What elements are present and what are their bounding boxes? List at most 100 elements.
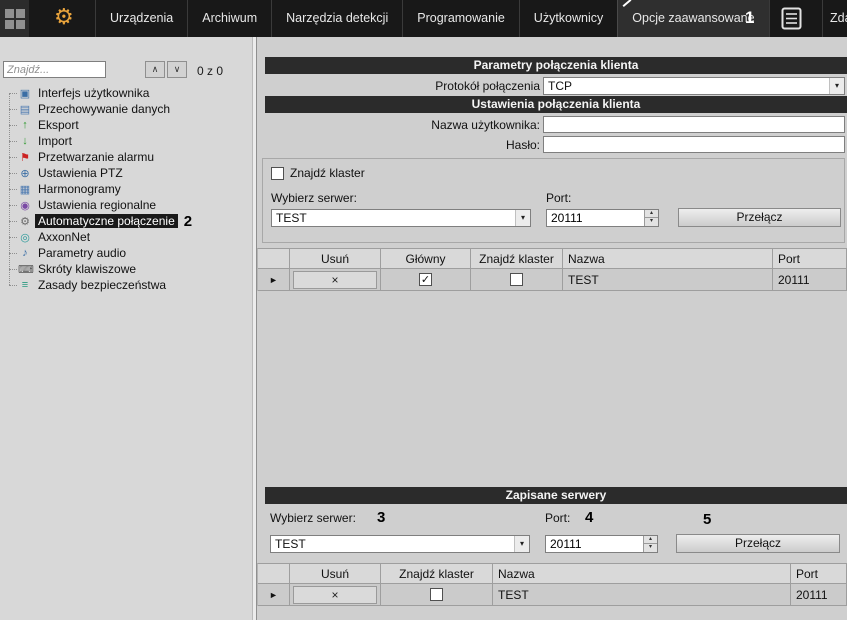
spin-down-icon[interactable]: ▾: [644, 218, 658, 226]
edit-pencil-icon: [623, 0, 632, 7]
alarm-icon: ⚑: [18, 151, 32, 164]
annotation-4: 4: [585, 509, 593, 526]
servers-table: Usuń Główny Znajdź klaster Nazwa Port ► …: [257, 248, 847, 291]
row-selector[interactable]: ►: [258, 269, 290, 291]
annotation-3: 3: [377, 509, 385, 526]
search-prev-button[interactable]: ∧: [145, 61, 165, 78]
table-header-find-cluster: Znajdź klaster: [471, 249, 563, 269]
table-header-port: Port: [791, 564, 847, 584]
main-cell: ✓: [381, 269, 471, 291]
search-result-counter: 0 z 0: [197, 64, 223, 78]
delete-cell: ×: [290, 584, 381, 606]
tree-item-label: Import: [35, 134, 75, 148]
tree-search-input[interactable]: [3, 61, 106, 78]
tile-square: [5, 20, 14, 29]
table-header-name: Nazwa: [563, 249, 773, 269]
server-select-value: TEST: [276, 211, 307, 225]
sidebar-item-przetwarzanie-alarmu[interactable]: ⚑ Przetwarzanie alarmu: [0, 149, 252, 165]
settings-gear-icon[interactable]: ⚙: [54, 4, 74, 30]
panel-splitter[interactable]: [252, 37, 257, 620]
row-selector[interactable]: ►: [258, 584, 290, 606]
server-select[interactable]: TEST ▾: [271, 209, 531, 227]
tree-item-label: Ustawienia PTZ: [35, 166, 126, 180]
sidebar-item-harmonogramy[interactable]: ▦ Harmonogramy: [0, 181, 252, 197]
table-header-corner: [258, 249, 290, 269]
port-input[interactable]: [547, 210, 643, 226]
table-header-name: Nazwa: [493, 564, 791, 584]
server-name-cell: TEST: [563, 269, 773, 291]
axxonnet-globe-icon: ◎: [18, 231, 32, 244]
row-marker-icon: ►: [269, 590, 278, 600]
tree-item-label: Interfejs użytkownika: [35, 86, 152, 100]
security-list-icon: ≡: [18, 279, 32, 291]
server-port-cell: 20111: [773, 269, 847, 291]
saved-port-input[interactable]: [546, 536, 642, 552]
ptz-crosshair-icon: ⊕: [18, 167, 32, 180]
sidebar-item-ustawienia-regionalne[interactable]: ◉ Ustawienia regionalne: [0, 197, 252, 213]
annotation-2: 2: [184, 213, 192, 230]
tab-label: Opcje zaawansowane: [632, 11, 754, 25]
tile-square: [16, 9, 25, 18]
sidebar-item-automatyczne-polaczenie[interactable]: ⚙ Automatyczne połączenie 2: [0, 213, 252, 229]
find-cluster-checkbox[interactable]: [271, 167, 284, 180]
password-input[interactable]: [543, 136, 845, 153]
find-cluster-label: Znajdź klaster: [290, 165, 365, 182]
switch-button[interactable]: Przełącz: [678, 208, 841, 227]
sidebar-item-interfejs-uzytkownika[interactable]: ▣ Interfejs użytkownika: [0, 85, 252, 101]
find-cluster-cell: [381, 584, 493, 606]
tree-item-label: Eksport: [35, 118, 82, 132]
sidebar-item-ustawienia-ptz[interactable]: ⊕ Ustawienia PTZ: [0, 165, 252, 181]
annotation-1: 1: [745, 8, 754, 28]
tab-archiwum[interactable]: Archiwum: [187, 0, 271, 37]
audio-icon: ♪: [18, 247, 32, 259]
delete-server-button[interactable]: ×: [293, 271, 377, 289]
tab-narzedzia-detekcji[interactable]: Narzędzia detekcji: [271, 0, 402, 37]
saved-switch-button[interactable]: Przełącz: [676, 534, 840, 553]
monitor-icon: ▣: [18, 87, 32, 100]
protocol-select[interactable]: TCP ▾: [543, 77, 845, 95]
tile-square: [5, 9, 14, 18]
username-input[interactable]: [543, 116, 845, 133]
saved-port-label: Port:: [545, 510, 570, 527]
sidebar-item-import[interactable]: ↓ Import: [0, 133, 252, 149]
tab-zdarzenia[interactable]: Zda: [822, 0, 847, 37]
sidebar-item-przechowywanie-danych[interactable]: ▤ Przechowywanie danych: [0, 101, 252, 117]
tree-item-label: Przetwarzanie alarmu: [35, 150, 157, 164]
spin-down-icon[interactable]: ▾: [643, 544, 657, 552]
table-header-find-cluster: Znajdź klaster: [381, 564, 493, 584]
tab-uzytkownicy[interactable]: Użytkownicy: [519, 0, 617, 37]
tab-urzadzenia[interactable]: Urządzenia: [95, 0, 187, 37]
table-header-delete: Usuń: [290, 249, 381, 269]
search-next-button[interactable]: ∨: [167, 61, 187, 78]
tree-item-label: Automatyczne połączenie: [35, 214, 178, 228]
tree-item-label: Ustawienia regionalne: [35, 198, 159, 212]
annotation-5: 5: [703, 511, 711, 528]
spin-up-icon[interactable]: ▴: [644, 210, 658, 218]
tab-programowanie[interactable]: Programowanie: [402, 0, 519, 37]
sidebar-item-parametry-audio[interactable]: ♪ Parametry audio: [0, 245, 252, 261]
tree-item-label: Skróty klawiszowe: [35, 262, 139, 276]
server-name-cell: TEST: [493, 584, 791, 606]
sidebar-item-skroty-klawiszowe[interactable]: ⌨ Skróty klawiszowe: [0, 261, 252, 277]
connection-icon: ⚙: [18, 215, 32, 228]
saved-server-select[interactable]: TEST ▾: [270, 535, 530, 553]
spin-up-icon[interactable]: ▴: [643, 536, 657, 544]
protocol-select-value: TCP: [548, 79, 572, 93]
protocol-label: Protokół połączenia: [265, 78, 540, 95]
sidebar-item-axxonnet[interactable]: ◎ AxxonNet: [0, 229, 252, 245]
sidebar-item-eksport[interactable]: ↑ Eksport: [0, 117, 252, 133]
row-find-cluster-checkbox[interactable]: [430, 588, 443, 601]
delete-server-button[interactable]: ×: [293, 586, 377, 604]
row-find-cluster-checkbox[interactable]: [510, 273, 523, 286]
main-server-checkbox[interactable]: ✓: [419, 273, 432, 286]
apps-grid-icon[interactable]: [0, 0, 29, 37]
select-server-label: Wybierz serwer:: [271, 190, 357, 207]
chevron-down-icon: ▾: [829, 78, 844, 94]
sidebar-item-zasady-bezpieczenstwa[interactable]: ≡ Zasady bezpieczeństwa: [0, 277, 252, 293]
export-icon: ↑: [18, 119, 32, 131]
settings-tree-panel: ∧ ∨ 0 z 0 ▣ Interfejs użytkownika ▤ Prze…: [0, 37, 252, 620]
tree-item-label: AxxonNet: [35, 230, 93, 244]
cluster-connection-group: Znajdź klaster Wybierz serwer: Port: TES…: [262, 158, 845, 243]
events-board-icon[interactable]: [781, 7, 802, 35]
chevron-down-icon: ▾: [514, 536, 529, 552]
